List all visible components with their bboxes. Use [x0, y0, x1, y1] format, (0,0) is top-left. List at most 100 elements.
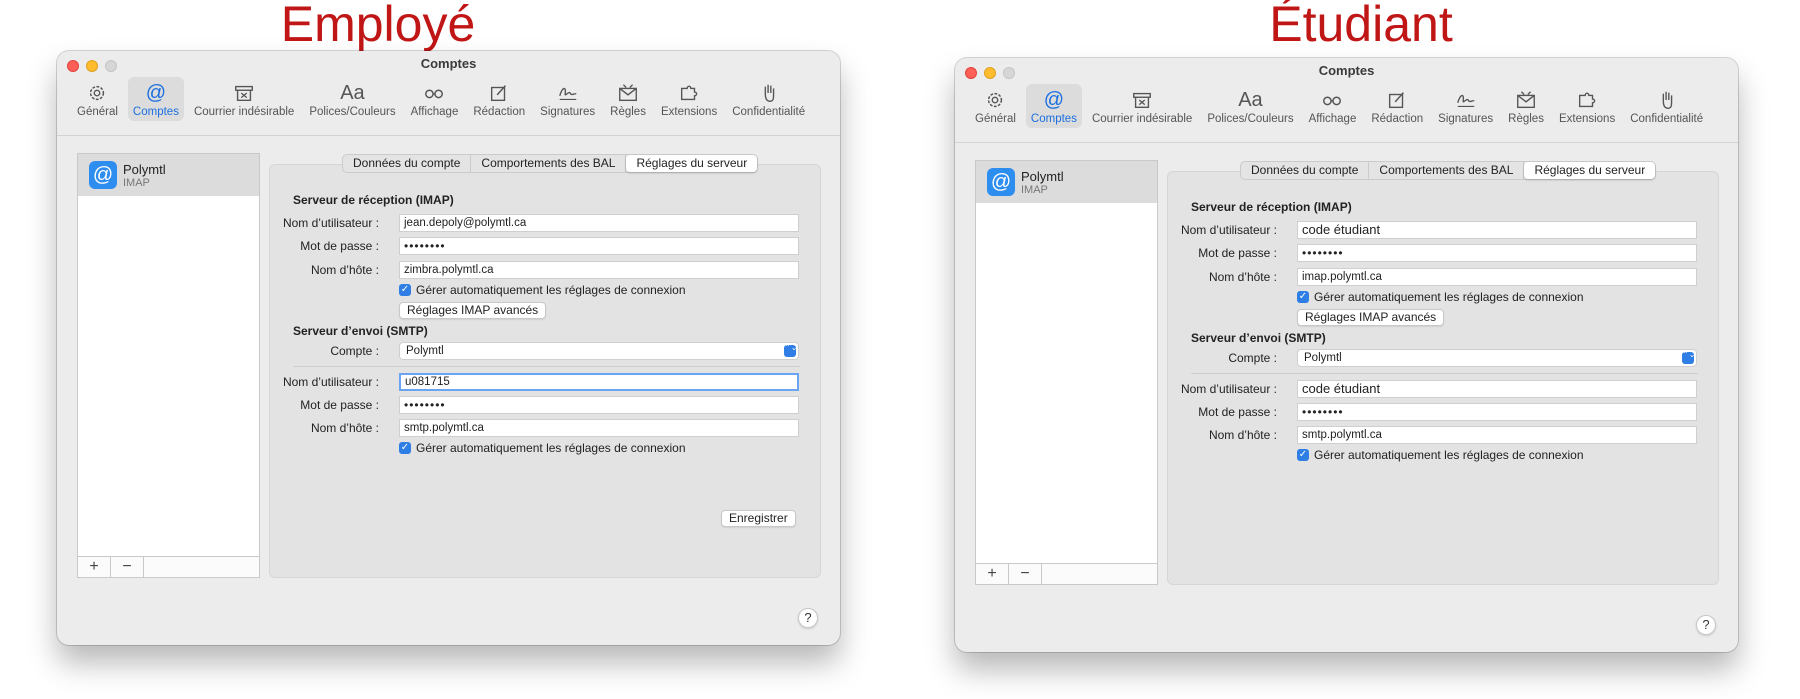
- toolbar-junk[interactable]: Courrier indésirable: [1087, 84, 1197, 128]
- signature-icon: [1454, 88, 1478, 112]
- toolbar-privacy[interactable]: Confidentialité: [727, 77, 810, 121]
- imap-username-field[interactable]: jean.depoly@polymtl.ca: [399, 214, 799, 232]
- smtp-hostname-field[interactable]: smtp.polymtl.ca: [1297, 426, 1697, 444]
- toolbar-privacy[interactable]: Confidentialité: [1625, 84, 1708, 128]
- imap-username-field[interactable]: code étudiant: [1297, 221, 1697, 239]
- smtp-hostname-field[interactable]: smtp.polymtl.ca: [399, 419, 799, 437]
- smtp-auto-manage-checkbox[interactable]: ✓ Gérer automatiquement les réglages de …: [1297, 448, 1584, 462]
- glasses-icon: [422, 81, 446, 105]
- account-type: IMAP: [1021, 183, 1048, 196]
- toolbar-signatures[interactable]: Signatures: [1433, 84, 1498, 128]
- hand-icon: [757, 81, 781, 105]
- incoming-server-title: Serveur de réception (IMAP): [293, 193, 454, 207]
- junk-tray-icon: [1130, 88, 1154, 112]
- remove-account-button[interactable]: −: [1009, 564, 1042, 584]
- toolbar-accounts[interactable]: @ Comptes: [1025, 84, 1082, 128]
- smtp-username-label: Nom d’utilisateur :: [282, 375, 379, 389]
- toolbar-general[interactable]: Général: [970, 84, 1021, 128]
- advanced-imap-button[interactable]: Réglages IMAP avancés: [399, 302, 547, 319]
- smtp-account-label: Compte :: [330, 344, 379, 358]
- toolbar-rules[interactable]: Règles: [605, 77, 651, 121]
- toolbar-composing[interactable]: Rédaction: [468, 77, 530, 121]
- heading-employee: Employé: [280, 0, 476, 52]
- smtp-username-label: Nom d’utilisateur :: [1180, 382, 1277, 396]
- imap-hostname-label: Nom d’hôte :: [310, 263, 379, 277]
- imap-hostname-label: Nom d’hôte :: [1208, 270, 1277, 284]
- tab-server-settings[interactable]: Réglages du serveur: [626, 155, 758, 172]
- window-title: Comptes: [1318, 63, 1375, 78]
- outgoing-server-title: Serveur d’envoi (SMTP): [293, 324, 428, 338]
- glasses-icon: [1320, 88, 1344, 112]
- account-name: Polymtl: [1021, 168, 1064, 184]
- smtp-auto-manage-checkbox[interactable]: ✓ Gérer automatiquement les réglages de …: [399, 441, 686, 455]
- compose-icon: [1385, 88, 1409, 112]
- imap-auto-manage-checkbox[interactable]: ✓ Gérer automatiquement les réglages de …: [1297, 290, 1584, 304]
- toolbar-viewing[interactable]: Affichage: [1304, 84, 1362, 128]
- smtp-username-field[interactable]: code étudiant: [1297, 380, 1697, 398]
- imap-auto-manage-checkbox[interactable]: ✓ Gérer automatiquement les réglages de …: [399, 283, 686, 297]
- imap-username-label: Nom d’utilisateur :: [1180, 223, 1277, 237]
- divider: [293, 366, 800, 367]
- chevron-up-down-icon: ⌃⌄: [1682, 351, 1695, 364]
- server-settings-panel: Serveur de réception (IMAP) Nom d’utilis…: [1167, 171, 1719, 585]
- toolbar-rules[interactable]: Règles: [1503, 84, 1549, 128]
- save-button[interactable]: Enregistrer: [721, 510, 796, 527]
- preferences-window-employee: Comptes Général @ Comptes Courrier indés…: [57, 51, 840, 645]
- rules-icon: [1514, 88, 1538, 112]
- add-account-button[interactable]: +: [976, 564, 1009, 584]
- toolbar-fonts[interactable]: Aa Polices/Couleurs: [1202, 84, 1298, 128]
- help-button[interactable]: ?: [1696, 615, 1716, 635]
- toolbar-junk[interactable]: Courrier indésirable: [189, 77, 299, 121]
- smtp-account-label: Compte :: [1228, 351, 1277, 365]
- preferences-toolbar: Général @ Comptes Courrier indésirable A…: [57, 77, 840, 136]
- remove-account-button[interactable]: −: [111, 557, 144, 577]
- toolbar-fonts[interactable]: Aa Polices/Couleurs: [304, 77, 400, 121]
- smtp-hostname-label: Nom d’hôte :: [310, 421, 379, 435]
- divider: [1191, 373, 1698, 374]
- imap-hostname-field[interactable]: zimbra.polymtl.ca: [399, 261, 799, 279]
- add-account-button[interactable]: +: [78, 557, 111, 577]
- imap-hostname-field[interactable]: imap.polymtl.ca: [1297, 268, 1697, 286]
- account-row-polymtl[interactable]: @ Polymtl IMAP: [78, 154, 259, 196]
- smtp-username-field[interactable]: u081715: [399, 373, 799, 391]
- toolbar-general[interactable]: Général: [72, 77, 123, 121]
- preferences-window-student: Comptes Général @ Comptes Courrier indés…: [955, 58, 1738, 652]
- checkmark-icon: ✓: [399, 442, 411, 454]
- checkmark-icon: ✓: [399, 284, 411, 296]
- imap-password-field[interactable]: ••••••••: [1297, 244, 1697, 262]
- tab-account-info[interactable]: Données du compte: [343, 155, 472, 172]
- smtp-password-field[interactable]: ••••••••: [399, 396, 799, 414]
- toolbar-extensions[interactable]: Extensions: [656, 77, 722, 121]
- toolbar-extensions[interactable]: Extensions: [1554, 84, 1620, 128]
- toolbar-composing[interactable]: Rédaction: [1366, 84, 1428, 128]
- smtp-password-label: Mot de passe :: [1198, 405, 1277, 419]
- imap-password-field[interactable]: ••••••••: [399, 237, 799, 255]
- gear-icon: [983, 88, 1007, 112]
- tab-mailbox-behaviors[interactable]: Comportements des BAL: [1369, 162, 1525, 179]
- help-button[interactable]: ?: [798, 608, 818, 628]
- imap-password-label: Mot de passe :: [1198, 246, 1277, 260]
- smtp-hostname-label: Nom d’hôte :: [1208, 428, 1277, 442]
- puzzle-icon: [1575, 88, 1599, 112]
- account-list-footer: + −: [78, 556, 259, 577]
- outgoing-server-title: Serveur d’envoi (SMTP): [1191, 331, 1326, 345]
- toolbar-accounts[interactable]: @ Comptes: [127, 77, 184, 121]
- account-row-polymtl[interactable]: @ Polymtl IMAP: [976, 161, 1157, 203]
- font-icon: Aa: [340, 82, 365, 104]
- tab-mailbox-behaviors[interactable]: Comportements des BAL: [471, 155, 627, 172]
- smtp-password-label: Mot de passe :: [300, 398, 379, 412]
- heading-student: Étudiant: [1269, 0, 1453, 52]
- chevron-up-down-icon: ⌃⌄: [784, 344, 797, 357]
- toolbar-signatures[interactable]: Signatures: [535, 77, 600, 121]
- hand-icon: [1655, 88, 1679, 112]
- tab-server-settings[interactable]: Réglages du serveur: [1524, 162, 1656, 179]
- incoming-server-title: Serveur de réception (IMAP): [1191, 200, 1352, 214]
- at-icon: @: [145, 82, 167, 104]
- rules-icon: [616, 81, 640, 105]
- tab-account-info[interactable]: Données du compte: [1241, 162, 1370, 179]
- smtp-account-select[interactable]: Polymtl ⌃⌄: [399, 342, 799, 360]
- smtp-account-select[interactable]: Polymtl ⌃⌄: [1297, 349, 1697, 367]
- advanced-imap-button[interactable]: Réglages IMAP avancés: [1297, 309, 1445, 326]
- toolbar-viewing[interactable]: Affichage: [406, 77, 464, 121]
- smtp-password-field[interactable]: ••••••••: [1297, 403, 1697, 421]
